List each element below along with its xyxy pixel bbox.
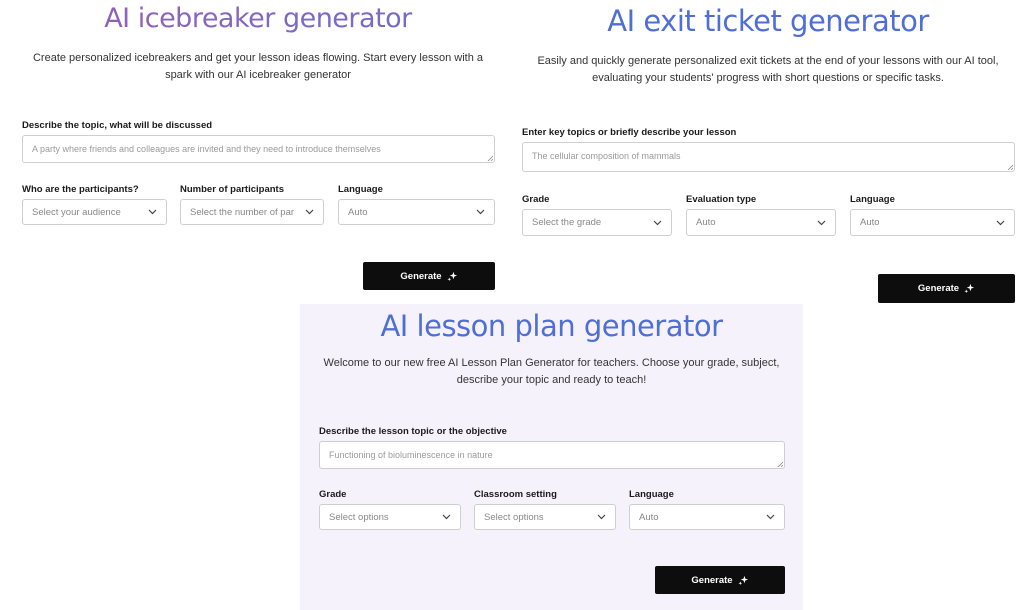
chevron-down-icon [653,220,662,225]
lesson-plan-grade-label: Grade [319,489,347,500]
icebreaker-generate-button[interactable]: Generate [363,262,495,290]
chevron-down-icon [597,514,606,520]
chevron-down-icon [476,209,485,215]
resize-grip-icon[interactable] [777,461,783,467]
icebreaker-topic-label: Describe the topic, what will be discuss… [22,120,213,131]
icebreaker-number-select[interactable]: Select the number of par [180,199,324,225]
icebreaker-language-select[interactable]: Auto [338,199,495,225]
generate-button-label: Generate [917,283,960,294]
exit-ticket-topic-placeholder: The cellular composition of mammals [532,151,681,161]
lesson-plan-grade-value: Select options [329,511,389,523]
icebreaker-topic-placeholder: A party where friends and colleagues are… [32,144,381,154]
exit-ticket-description: Easily and quickly generate personalized… [537,55,999,84]
lesson-plan-description: Welcome to our new free AI Lesson Plan G… [323,357,780,386]
lesson-plan-topic-label: Describe the lesson topic or the objecti… [319,426,507,437]
lesson-plan-language-select[interactable]: Auto [629,504,785,530]
generate-button-label: Generate [691,574,733,586]
exit-ticket-evaluation-value: Auto [696,217,716,228]
lesson-plan-panel: AI lesson plan generator Welcome to our … [300,304,803,610]
icebreaker-number-value: Select the number of par [190,206,295,218]
chevron-down-icon [148,209,157,215]
exit-ticket-grade-value: Select the grade [532,217,602,228]
chevron-down-icon [305,209,314,215]
chevron-down-icon [996,220,1005,225]
sparkle-icon [447,271,457,281]
lesson-plan-topic-input[interactable]: Functioning of bioluminescence in nature [319,441,785,469]
resize-grip-icon[interactable] [487,155,493,161]
icebreaker-title: AI icebreaker generator [0,3,516,34]
exit-ticket-grade-label: Grade [522,194,550,205]
exit-ticket-panel: AI exit ticket generator Easily and quic… [512,0,1024,310]
icebreaker-participants-label: Who are the participants? [22,184,139,195]
icebreaker-language-label: Language [338,184,383,195]
sparkle-icon [964,283,975,294]
exit-ticket-evaluation-label: Evaluation type [686,194,757,205]
chevron-down-icon [817,220,826,225]
lesson-plan-classroom-value: Select options [484,511,544,523]
exit-ticket-language-label: Language [850,194,895,205]
lesson-plan-grade-select[interactable]: Select options [319,504,461,530]
icebreaker-participants-value: Select your audience [32,206,121,218]
exit-ticket-evaluation-select[interactable]: Auto [686,209,836,236]
icebreaker-topic-input[interactable]: A party where friends and colleagues are… [22,135,495,163]
chevron-down-icon [766,514,775,520]
lesson-plan-language-label: Language [629,489,674,500]
sparkle-icon [738,575,748,585]
icebreaker-number-label: Number of participants [180,184,284,195]
exit-ticket-topic-label: Enter key topics or briefly describe you… [522,127,737,138]
lesson-plan-classroom-select[interactable]: Select options [474,504,616,530]
icebreaker-panel: AI icebreaker generator Create personali… [0,0,512,300]
icebreaker-participants-select[interactable]: Select your audience [22,199,167,225]
chevron-down-icon [442,514,451,520]
lesson-plan-classroom-label: Classroom setting [474,489,557,500]
lesson-plan-title: AI lesson plan generator [380,309,723,343]
exit-ticket-language-value: Auto [860,217,880,228]
icebreaker-language-value: Auto [348,206,368,218]
resize-grip-icon[interactable] [1007,164,1013,170]
generate-button-label: Generate [400,270,442,282]
exit-ticket-grade-select[interactable]: Select the grade [522,209,672,236]
exit-ticket-title: AI exit ticket generator [607,4,929,38]
icebreaker-description: Create personalized icebreakers and get … [32,52,484,81]
lesson-plan-topic-placeholder: Functioning of bioluminescence in nature [329,450,493,460]
lesson-plan-generate-button[interactable]: Generate [655,566,785,594]
exit-ticket-topic-input[interactable]: The cellular composition of mammals [522,142,1015,172]
exit-ticket-generate-button[interactable]: Generate [878,274,1015,303]
exit-ticket-language-select[interactable]: Auto [850,209,1015,236]
lesson-plan-language-value: Auto [639,511,659,523]
